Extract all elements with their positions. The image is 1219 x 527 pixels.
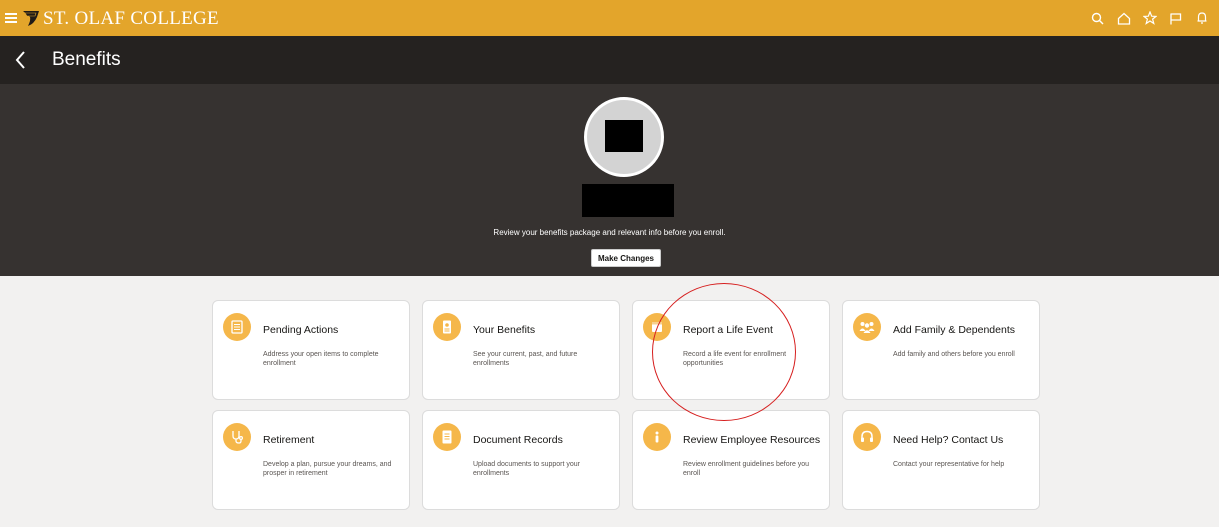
search-icon[interactable] bbox=[1090, 11, 1105, 26]
tile-title: Pending Actions bbox=[263, 324, 339, 336]
id-badge-icon bbox=[433, 313, 461, 341]
profile-hero: Review your benefits package and relevan… bbox=[0, 84, 1219, 276]
redacted-photo bbox=[605, 120, 643, 152]
tile-your-benefits[interactable]: Your Benefits See your current, past, an… bbox=[422, 300, 620, 400]
home-icon[interactable] bbox=[1116, 11, 1131, 26]
tile-report-life-event[interactable]: Report a Life Event Record a life event … bbox=[632, 300, 830, 400]
tile-employee-resources[interactable]: Review Employee Resources Review enrollm… bbox=[632, 410, 830, 510]
benefit-tiles: Pending Actions Address your open items … bbox=[212, 300, 1040, 510]
tile-title: Need Help? Contact Us bbox=[893, 434, 1004, 446]
tile-description: Address your open items to complete enro… bbox=[263, 351, 379, 367]
tile-retirement[interactable]: Retirement Develop a plan, pursue your d… bbox=[212, 410, 410, 510]
tile-title: Add Family & Dependents bbox=[893, 324, 1015, 336]
tile-description: Develop a plan, pursue your dreams, and … bbox=[263, 461, 392, 477]
redacted-name bbox=[582, 184, 674, 217]
tile-pending-actions[interactable]: Pending Actions Address your open items … bbox=[212, 300, 410, 400]
info-icon bbox=[643, 423, 671, 451]
tile-description: See your current, past, and future enrol… bbox=[473, 351, 578, 367]
header-icons bbox=[1090, 0, 1209, 36]
document-icon bbox=[433, 423, 461, 451]
avatar bbox=[584, 97, 664, 177]
star-icon[interactable] bbox=[1142, 11, 1157, 26]
top-bar: ST. OLAF COLLEGE bbox=[0, 0, 1219, 36]
make-changes-button[interactable]: Make Changes bbox=[591, 249, 661, 267]
tile-document-records[interactable]: Document Records Upload documents to sup… bbox=[422, 410, 620, 510]
tile-title: Report a Life Event bbox=[683, 324, 773, 336]
calendar-icon bbox=[643, 313, 671, 341]
tile-description: Record a life event for enrollment oppor… bbox=[683, 351, 787, 367]
tile-description: Add family and others before you enroll bbox=[893, 351, 1015, 358]
tile-title: Document Records bbox=[473, 434, 563, 446]
tile-description: Upload documents to support your enrollm… bbox=[473, 461, 581, 477]
back-chevron-icon[interactable] bbox=[14, 50, 28, 70]
page-title: Benefits bbox=[52, 49, 121, 70]
checklist-icon bbox=[223, 313, 251, 341]
bell-icon[interactable] bbox=[1194, 11, 1209, 26]
tile-description: Contact your representative for help bbox=[893, 461, 1005, 468]
college-logo-text[interactable]: ST. OLAF COLLEGE bbox=[43, 9, 219, 28]
tile-title: Review Employee Resources bbox=[683, 434, 821, 446]
page-header: Benefits bbox=[0, 36, 1219, 84]
family-icon bbox=[853, 313, 881, 341]
stethoscope-icon bbox=[223, 423, 251, 451]
tile-contact-us[interactable]: Need Help? Contact Us Contact your repre… bbox=[842, 410, 1040, 510]
college-shield-icon bbox=[23, 11, 39, 26]
hero-message: Review your benefits package and relevan… bbox=[493, 228, 726, 237]
tile-description: Review enrollment guidelines before you … bbox=[683, 461, 810, 477]
headset-icon bbox=[853, 423, 881, 451]
flag-icon[interactable] bbox=[1168, 11, 1183, 26]
tile-title: Retirement bbox=[263, 434, 315, 446]
tile-title: Your Benefits bbox=[473, 324, 536, 336]
menu-icon[interactable] bbox=[5, 13, 17, 23]
tile-add-family[interactable]: Add Family & Dependents Add family and o… bbox=[842, 300, 1040, 400]
